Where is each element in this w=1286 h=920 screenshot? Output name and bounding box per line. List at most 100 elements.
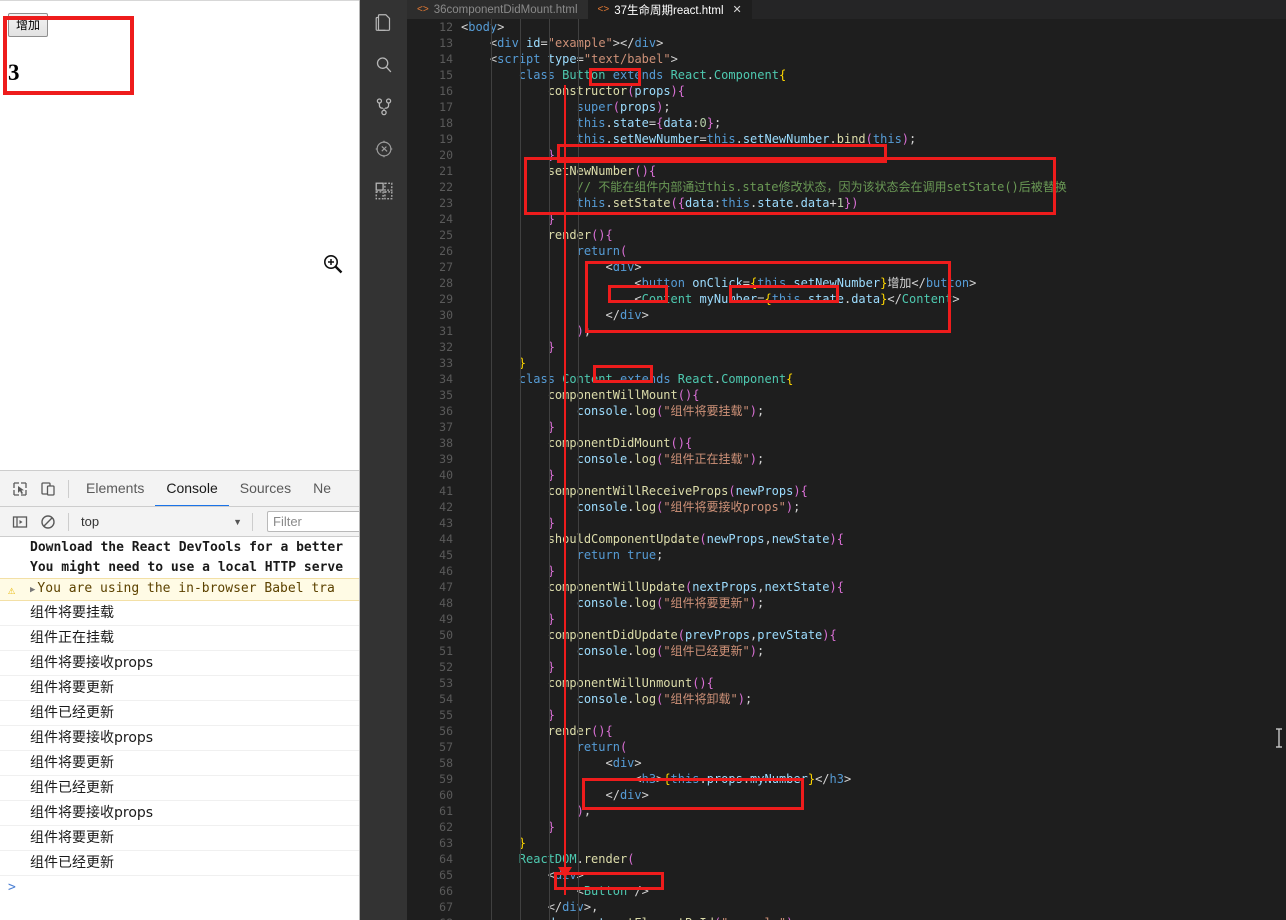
console-message-warning[interactable]: ⚠ ▶ You are using the in-browser Babel tra bbox=[0, 578, 359, 601]
console-filter-input[interactable]: Filter bbox=[267, 511, 359, 532]
code-editor-area[interactable]: 12 13 14 15 16 17 18 19 20 21 22 23 24 25 26 27 28 29 30 31… bbox=[407, 19, 1286, 920]
code-line[interactable]: <body> bbox=[461, 19, 1286, 35]
line-number: 50 bbox=[439, 628, 453, 642]
code-line[interactable]: <h3>{this.props.myNumber}</h3> bbox=[461, 771, 1286, 787]
code-line[interactable]: <div> bbox=[461, 755, 1286, 771]
code-line[interactable]: } bbox=[461, 467, 1286, 483]
code-line[interactable]: componentWillReceiveProps(newProps){ bbox=[461, 483, 1286, 499]
code-line[interactable]: <Content myNumber={this.state.data}</Con… bbox=[461, 291, 1286, 307]
code-line[interactable]: } bbox=[461, 419, 1286, 435]
editor-tab-active[interactable]: <> 37生命周期react.html ✕ bbox=[587, 0, 752, 19]
search-icon[interactable] bbox=[360, 44, 407, 86]
line-number: 52 bbox=[439, 660, 453, 674]
code-line[interactable]: <div> bbox=[461, 867, 1286, 883]
line-number: 28 bbox=[439, 276, 453, 290]
line-number: 14 bbox=[439, 52, 453, 66]
code-line[interactable]: this.setState({data:this.state.data+1}) bbox=[461, 195, 1286, 211]
code-line[interactable]: super(props); bbox=[461, 99, 1286, 115]
code-line[interactable]: componentDidMount(){ bbox=[461, 435, 1286, 451]
code-line[interactable]: } bbox=[461, 819, 1286, 835]
code-line[interactable]: return( bbox=[461, 243, 1286, 259]
code-line[interactable]: ReactDOM.render( bbox=[461, 851, 1286, 867]
code-line[interactable]: } bbox=[461, 339, 1286, 355]
console-input-prompt[interactable]: > bbox=[0, 876, 359, 899]
code-line[interactable]: console.log("组件已经更新"); bbox=[461, 643, 1286, 659]
console-log-row: 组件将要接收props bbox=[0, 801, 359, 826]
explorer-files-icon[interactable] bbox=[360, 2, 407, 44]
code-line[interactable]: } bbox=[461, 707, 1286, 723]
device-toolbar-icon[interactable] bbox=[34, 476, 62, 502]
toolbar2-divider-2 bbox=[252, 512, 253, 531]
code-line[interactable]: class Content extends React.Component{ bbox=[461, 371, 1286, 387]
code-line[interactable]: console.log("组件正在挂载"); bbox=[461, 451, 1286, 467]
code-line[interactable]: render(){ bbox=[461, 723, 1286, 739]
code-line[interactable]: console.log("组件将要接收props"); bbox=[461, 499, 1286, 515]
code-line[interactable]: console.log("组件将卸载"); bbox=[461, 691, 1286, 707]
code-line[interactable]: setNewNumber(){ bbox=[461, 163, 1286, 179]
code-line[interactable]: // 不能在组件内部通过this.state修改状态，因为该状态会在调用setS… bbox=[461, 179, 1286, 195]
code-line[interactable]: componentWillUpdate(nextProps,nextState)… bbox=[461, 579, 1286, 595]
code-line[interactable]: render(){ bbox=[461, 227, 1286, 243]
code-line[interactable]: } bbox=[461, 835, 1286, 851]
code-line[interactable]: } bbox=[461, 563, 1286, 579]
console-message-info: You might need to use a local HTTP serve bbox=[30, 560, 344, 575]
code-line[interactable]: </div>, bbox=[461, 899, 1286, 915]
tab-sources[interactable]: Sources bbox=[229, 471, 302, 506]
code-line[interactable]: componentDidUpdate(prevProps,prevState){ bbox=[461, 627, 1286, 643]
code-line[interactable]: document.getElementById("example") bbox=[461, 915, 1286, 920]
clear-console-icon[interactable] bbox=[34, 509, 62, 535]
code-line[interactable]: ); bbox=[461, 323, 1286, 339]
code-line[interactable]: componentWillMount(){ bbox=[461, 387, 1286, 403]
inspect-element-icon[interactable] bbox=[6, 476, 34, 502]
code-line[interactable]: } bbox=[461, 211, 1286, 227]
code-line[interactable]: </div> bbox=[461, 307, 1286, 323]
code-line[interactable]: console.log("组件将要更新"); bbox=[461, 595, 1286, 611]
code-content[interactable]: <body> <div id="example"></div> <script … bbox=[461, 19, 1286, 920]
code-line[interactable]: constructor(props){ bbox=[461, 83, 1286, 99]
code-line[interactable]: } bbox=[461, 147, 1286, 163]
line-number: 33 bbox=[439, 356, 453, 370]
sidebar-toggle-icon[interactable] bbox=[6, 509, 34, 535]
console-warning-text: You are using the in-browser Babel tra bbox=[37, 581, 335, 596]
tab-console[interactable]: Console bbox=[155, 471, 228, 506]
warning-triangle-icon: ⚠ bbox=[8, 583, 16, 597]
code-line[interactable]: this.setNewNumber=this.setNewNumber.bind… bbox=[461, 131, 1286, 147]
code-line[interactable]: this.state={data:0}; bbox=[461, 115, 1286, 131]
code-line[interactable]: } bbox=[461, 659, 1286, 675]
code-line[interactable]: <div> bbox=[461, 259, 1286, 275]
close-icon[interactable]: ✕ bbox=[733, 3, 742, 16]
code-line[interactable]: <script type="text/babel"> bbox=[461, 51, 1286, 67]
code-line[interactable]: } bbox=[461, 515, 1286, 531]
code-line[interactable]: shouldComponentUpdate(newProps,newState)… bbox=[461, 531, 1286, 547]
line-number: 18 bbox=[439, 116, 453, 130]
console-message-list[interactable]: Download the React DevTools for a better… bbox=[0, 538, 359, 920]
line-number: 58 bbox=[439, 756, 453, 770]
code-line[interactable]: return true; bbox=[461, 547, 1286, 563]
code-line[interactable]: <div id="example"></div> bbox=[461, 35, 1286, 51]
console-log-row: 组件将要接收props bbox=[0, 726, 359, 751]
editor-tab-inactive[interactable]: <> 36componentDidMount.html bbox=[407, 0, 588, 19]
code-line[interactable]: </div> bbox=[461, 787, 1286, 803]
increase-button[interactable]: 增加 bbox=[8, 13, 49, 37]
expand-arrow-icon[interactable]: ▶ bbox=[30, 585, 35, 595]
execution-context-select[interactable]: top ▼ bbox=[81, 511, 246, 533]
rendered-react-app: 增加 3 bbox=[8, 13, 49, 84]
code-line[interactable]: componentWillUnmount(){ bbox=[461, 675, 1286, 691]
code-line[interactable]: ); bbox=[461, 803, 1286, 819]
line-number: 60 bbox=[439, 788, 453, 802]
code-line[interactable]: <Button /> bbox=[461, 883, 1286, 899]
code-line[interactable]: return( bbox=[461, 739, 1286, 755]
extensions-icon[interactable] bbox=[360, 170, 407, 212]
code-line[interactable]: class Button extends React.Component{ bbox=[461, 67, 1286, 83]
code-line[interactable]: } bbox=[461, 355, 1286, 371]
code-line[interactable]: } bbox=[461, 611, 1286, 627]
line-number: 51 bbox=[439, 644, 453, 658]
tab-elements[interactable]: Elements bbox=[75, 471, 155, 506]
tab-network[interactable]: Ne bbox=[302, 471, 342, 506]
code-line[interactable]: <button onClick={this.setNewNumber}增加</b… bbox=[461, 275, 1286, 291]
source-control-icon[interactable] bbox=[360, 86, 407, 128]
line-number: 23 bbox=[439, 196, 453, 210]
code-line[interactable]: console.log("组件将要挂载"); bbox=[461, 403, 1286, 419]
run-and-debug-icon[interactable] bbox=[360, 128, 407, 170]
editor-tab-bar: <> 36componentDidMount.html <> 37生命周期rea… bbox=[407, 0, 1286, 19]
